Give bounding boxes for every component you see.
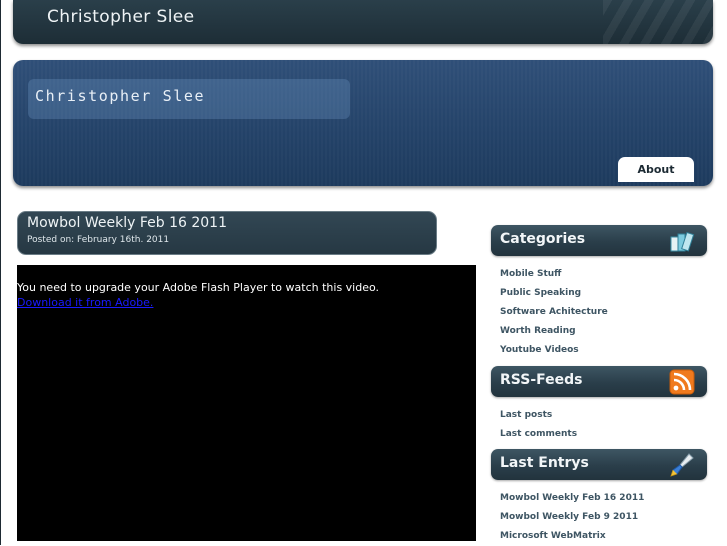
- category-item[interactable]: Public Speaking: [500, 284, 608, 303]
- rss-icon: [669, 369, 695, 395]
- rss-item[interactable]: Last posts: [500, 406, 577, 425]
- last-entries-list: Mowbol Weekly Feb 16 2011 Mowbol Weekly …: [500, 489, 644, 546]
- books-icon: [670, 231, 695, 252]
- top-header-bar: Christopher Slee: [13, 0, 713, 44]
- post-title[interactable]: Mowbol Weekly Feb 16 2011: [27, 215, 227, 231]
- category-item[interactable]: Youtube Videos: [500, 341, 608, 360]
- categories-heading: Categories: [500, 231, 586, 247]
- nav-tab-about[interactable]: About: [618, 157, 694, 182]
- category-item[interactable]: Mobile Stuff: [500, 265, 608, 284]
- rss-item[interactable]: Last comments: [500, 425, 577, 444]
- categories-heading-bar: Categories: [491, 225, 707, 256]
- site-title[interactable]: Christopher Slee: [47, 7, 195, 27]
- entry-item[interactable]: Mowbol Weekly Feb 9 2011: [500, 508, 644, 527]
- entry-item[interactable]: Microsoft WebMatrix: [500, 527, 644, 546]
- site-banner: Christopher Slee About: [13, 60, 713, 186]
- last-entries-heading: Last Entrys: [500, 455, 589, 471]
- post-header: Mowbol Weekly Feb 16 2011 Posted on: Feb…: [17, 211, 437, 255]
- rss-heading: RSS-Feeds: [500, 372, 583, 388]
- category-item[interactable]: Software Achitecture: [500, 303, 608, 322]
- rss-heading-bar: RSS-Feeds: [491, 366, 707, 397]
- flash-upgrade-message: You need to upgrade your Adobe Flash Pla…: [17, 281, 380, 294]
- entry-item[interactable]: Mowbol Weekly Feb 16 2011: [500, 489, 644, 508]
- category-item[interactable]: Worth Reading: [500, 322, 608, 341]
- banner-site-name[interactable]: Christopher Slee: [35, 87, 205, 105]
- header-stripes-decoration: [603, 0, 713, 44]
- rss-list: Last posts Last comments: [500, 406, 577, 444]
- flash-video-player[interactable]: You need to upgrade your Adobe Flash Pla…: [17, 265, 476, 541]
- last-entries-heading-bar: Last Entrys: [491, 449, 707, 480]
- brush-icon: [670, 453, 694, 477]
- post-date: Posted on: February 16th. 2011: [27, 235, 170, 245]
- download-flash-link[interactable]: Download it from Adobe.: [17, 296, 153, 309]
- categories-list: Mobile Stuff Public Speaking Software Ac…: [500, 265, 608, 360]
